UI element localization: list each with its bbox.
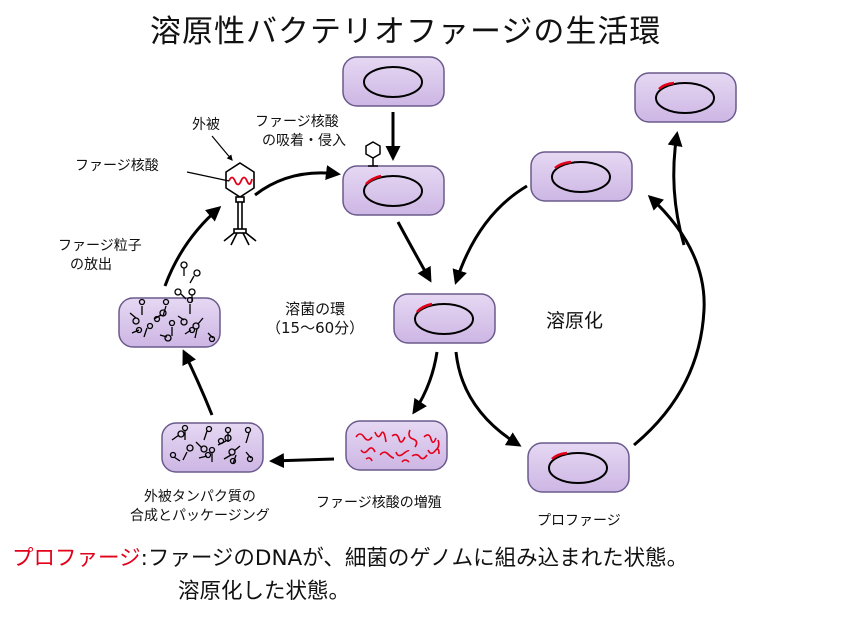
arrow-lysogen-to-center [452, 184, 528, 285]
definition-term: プロファージ [12, 546, 141, 571]
cell-uninfected [342, 56, 445, 107]
definition-text: ファージのDNAが、細菌のゲノムに組み込まれた状態。 [147, 546, 689, 571]
label-synthesis: 外被タンパク質の 合成とパッケージング [130, 488, 270, 526]
definition-separator: : [140, 546, 148, 571]
label-lytic-cycle-line1: 溶菌の環 [285, 300, 346, 318]
arrow-replication-to-packaging [269, 453, 335, 469]
label-lytic-cycle-line2: （15～60分） [266, 319, 365, 337]
definition-line2: 溶原化した状態。 [178, 579, 351, 604]
label-prophage: プロファージ [537, 513, 621, 529]
label-synthesis-line1: 外被タンパク質の [143, 489, 256, 505]
cell-lysogen-top [634, 72, 737, 123]
definition-line1: プロファージ:ファージのDNAが、細菌のゲノムに組み込まれた状態。 [12, 542, 688, 575]
label-release-line2: の放出 [70, 257, 112, 273]
arrow-infected-to-center [396, 221, 432, 283]
nucleic-acid-pointer [186, 171, 230, 182]
arrow-prophage-to-lysogen [633, 194, 706, 447]
arrow-center-to-replication [412, 351, 439, 415]
life-cycle-diagram [118, 56, 737, 493]
definition-note: プロファージ:ファージのDNAが、細菌のゲノムに組み込まれた状態。 溶原化した状… [12, 542, 688, 608]
arrow-up-to-lysogen-top [667, 131, 686, 246]
cell-lysing [118, 296, 221, 348]
arrow-packaging-to-lysing [182, 349, 214, 416]
label-phage-nucleic-acid: ファージ核酸 [75, 158, 159, 174]
arrow-release-to-phage [163, 206, 222, 287]
label-lysogeny: 溶原化 [546, 310, 604, 332]
diagram-title: 溶原性バクテリオファージの生活環 [150, 14, 662, 50]
cell-prophage [527, 442, 630, 493]
released-phages [174, 261, 201, 302]
cell-packaging [161, 422, 264, 473]
cell-dna-replication [345, 420, 448, 471]
cell-infected [342, 165, 445, 216]
label-replication: ファージ核酸の増殖 [316, 495, 442, 511]
label-lytic-cycle: 溶菌の環 （15～60分） [266, 300, 364, 338]
label-synthesis-line2: 合成とパッケージング [130, 508, 270, 524]
capsid-pointer [211, 135, 233, 161]
arrow-phage-to-cell [254, 165, 341, 197]
label-capsid: 外被 [192, 117, 220, 133]
label-release: ファージ粒子 の放出 [58, 237, 142, 275]
label-adsorption: ファージ核酸 の吸着・侵入 [255, 113, 346, 151]
label-adsorption-line1: ファージ核酸 [255, 114, 339, 130]
label-release-line1: ファージ粒子 [58, 238, 142, 254]
cell-lysogen-upper [530, 151, 633, 202]
cell-center [393, 293, 496, 344]
arrow-center-to-prophage [454, 351, 522, 447]
phage-particle [223, 162, 257, 246]
adsorbing-phage [365, 141, 381, 167]
label-adsorption-line2: の吸着・侵入 [262, 133, 346, 149]
